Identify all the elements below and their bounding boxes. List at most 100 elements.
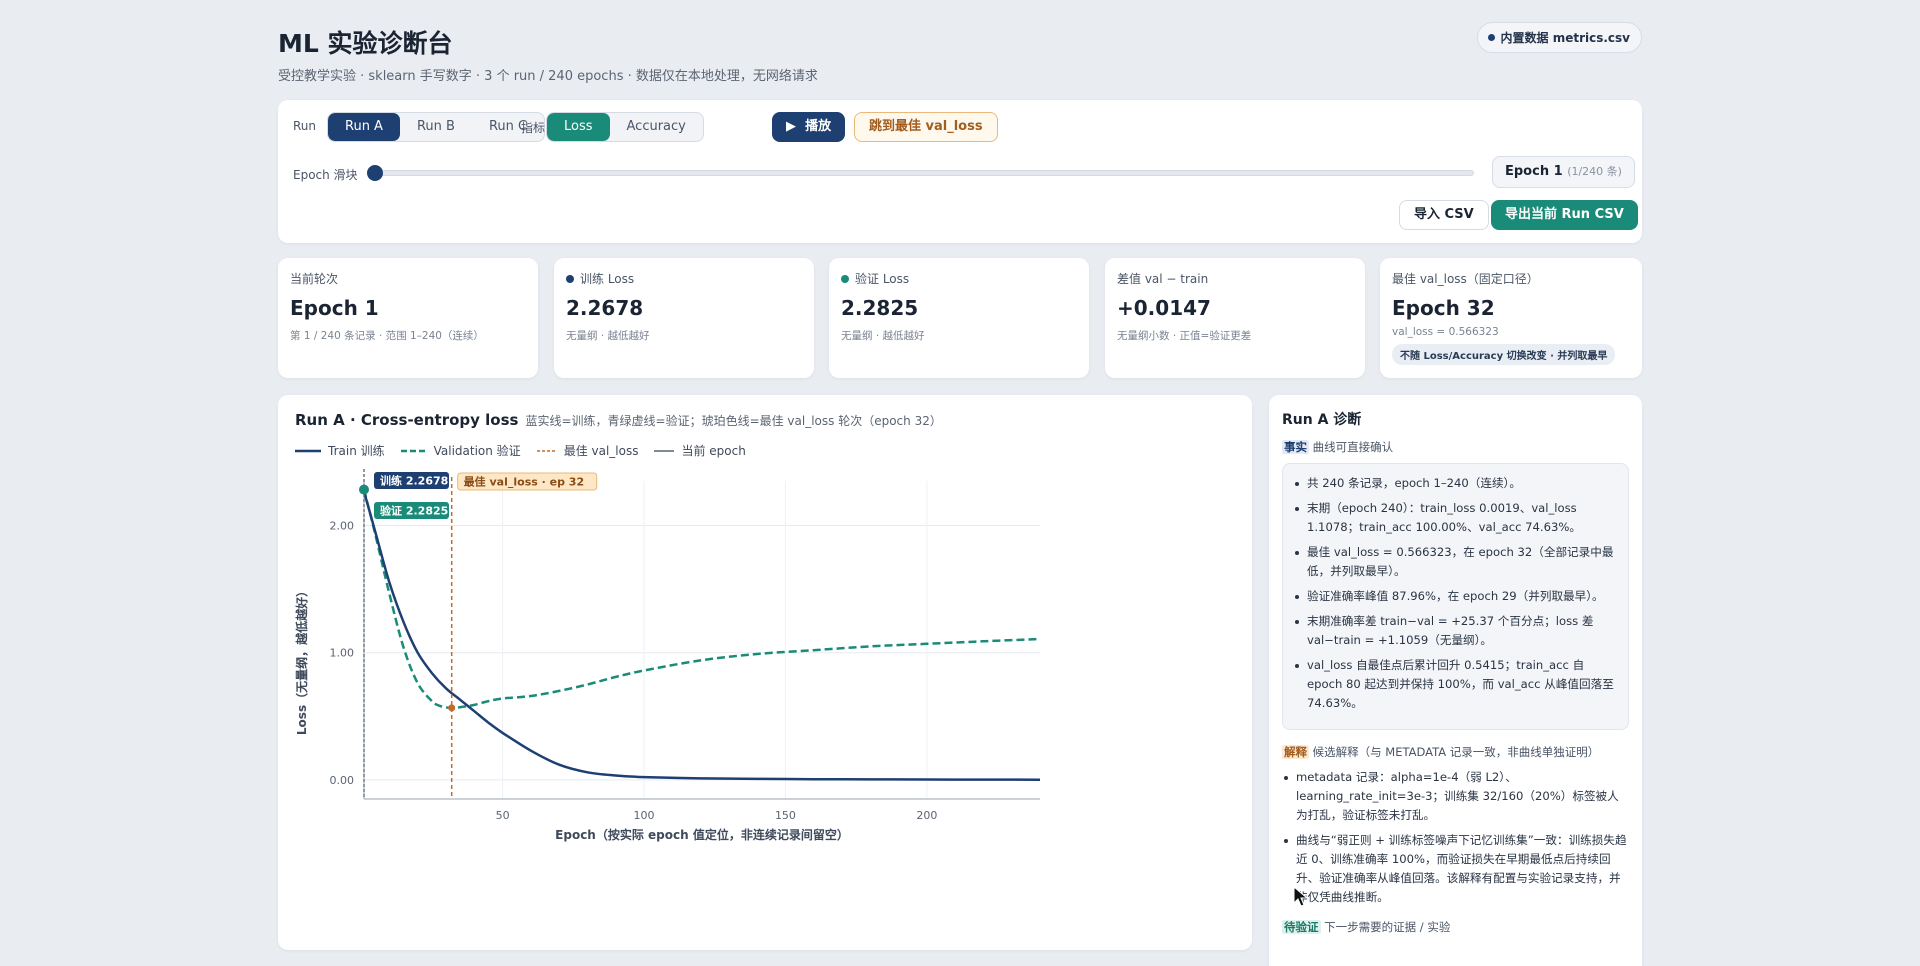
kpi-best-tag: 不随 Loss/Accuracy 切换改变 · 并列取最早 (1392, 344, 1616, 365)
controls-panel: Run Run A Run B Run C 指标 Loss Accuracy ▶… (278, 100, 1642, 243)
chart-subtitle: 蓝实线=训练，青绿虚线=验证；琥珀色线=最佳 val_loss 轮次（epoch… (525, 414, 942, 428)
fact-item: 末期（epoch 240）：train_loss 0.0019、val_loss… (1293, 499, 1616, 537)
epoch-readout-count: (1/240 条) (1567, 165, 1622, 178)
play-button[interactable]: ▶ 播放 (772, 112, 846, 142)
kpi-gap: 差值 val − train +0.0147 无量纲小数 · 正值=验证更差 (1105, 258, 1365, 378)
train-tooltip: 训练 2.2678 (380, 474, 448, 488)
facts-box: 共 240 条记录，epoch 1–240（连续）。末期（epoch 240）：… (1282, 463, 1629, 730)
interp-key: 解释 (1282, 745, 1309, 759)
x-tick-label: 100 (634, 809, 655, 822)
run-b-button[interactable]: Run B (400, 113, 472, 141)
x-axis-label: Epoch（按实际 epoch 值定位，非连续记录间留空） (555, 827, 849, 842)
metric-label: 指标 (521, 121, 546, 135)
facts-key: 事实 (1282, 440, 1309, 454)
metric-accuracy-button[interactable]: Accuracy (610, 113, 703, 141)
train-dot-icon (566, 274, 574, 283)
interp-list: metadata 记录：alpha=1e-4（弱 L2）、learning_ra… (1282, 768, 1629, 907)
data-source-badge[interactable]: 内置数据 metrics.csv (1476, 22, 1642, 53)
pending-heading: 待验证 下一步需要的证据 / 实验 (1282, 919, 1629, 935)
val-dot-icon (841, 274, 849, 283)
legend-current-swatch-icon (654, 449, 675, 452)
interp-item: 曲线与“弱正则 + 训练标签噪声下记忆训练集”一致：训练损失趋近 0、训练准确率… (1282, 831, 1629, 907)
y-tick-label: 0.00 (330, 774, 355, 787)
kpi-train-label: 训练 Loss (580, 272, 635, 286)
metric-loss-button[interactable]: Loss (547, 113, 610, 141)
best-epoch-tag: 最佳 val_loss · ep 32 (464, 475, 584, 489)
kpi-best-label: 最佳 val_loss（固定口径） (1392, 272, 1539, 286)
series-train-line (362, 491, 1041, 781)
chart-panel: 0.00 1.00 2.00 50 100 150 200 Epoch（按实际 epoch 值… (278, 395, 1252, 950)
interp-heading: 解释 候选解释（与 METADATA 记录一致，非曲线单独证明） (1282, 744, 1629, 760)
legend-val: Validation 验证 (400, 442, 521, 459)
kpi-gap-value: +0.0147 (1117, 296, 1211, 320)
export-csv-button[interactable]: 导出当前 Run CSV (1491, 200, 1638, 230)
diagnosis-title: Run A 诊断 (1282, 412, 1362, 428)
chart-header: Run A · Cross-entropy loss 蓝实线=训练，青绿虚线=验… (295, 411, 942, 429)
x-tick-label: 200 (916, 809, 937, 822)
kpi-val-value: 2.2825 (841, 296, 919, 320)
kpi-gap-label: 差值 val − train (1117, 272, 1209, 286)
diagnosis-panel: Run A 诊断 事实 曲线可直接确认 共 240 条记录，epoch 1–24… (1269, 395, 1642, 966)
kpi-train-value: 2.2678 (566, 296, 644, 320)
facts-desc: 曲线可直接确认 (1312, 440, 1394, 454)
metric-selector: Loss Accuracy (546, 112, 704, 142)
legend-current: 当前 epoch (654, 442, 746, 459)
y-tick-label: 1.00 (330, 647, 355, 660)
kpi-val-label: 验证 Loss (855, 272, 910, 286)
slider-label: Epoch 滑块 (293, 168, 358, 182)
fact-item: 最佳 val_loss = 0.566323，在 epoch 32（全部记录中最… (1293, 543, 1616, 581)
legend-train-label: Train 训练 (328, 444, 385, 458)
mouse-cursor-icon (1293, 886, 1309, 907)
page-subtitle: 受控教学实验 · sklearn 手写数字 · 3 个 run / 240 ep… (278, 69, 818, 84)
legend-best-swatch-icon (536, 449, 557, 452)
epoch-readout: Epoch 1 (1/240 条) (1492, 156, 1635, 188)
fact-item: 末期准确率差 train−val = +25.37 个百分点；loss 差 va… (1293, 612, 1616, 650)
interp-item: metadata 记录：alpha=1e-4（弱 L2）、learning_ra… (1282, 768, 1629, 825)
facts-heading: 事实 曲线可直接确认 (1282, 439, 1629, 455)
kpi-current-epoch: 当前轮次 Epoch 1 第 1 / 240 条记录 · 范围 1–240（连续… (278, 258, 538, 378)
kpi-val-loss: 验证 Loss 2.2825 无量纲 · 越低越好 (829, 258, 1089, 378)
pending-desc: 下一步需要的证据 / 实验 (1324, 920, 1451, 934)
epoch-slider-thumb[interactable] (367, 165, 383, 181)
play-icon: ▶ (786, 119, 796, 134)
legend-current-label: 当前 epoch (681, 444, 746, 458)
kpi-train-note: 无量纲 · 越低越好 (566, 330, 650, 342)
run-a-button[interactable]: Run A (328, 113, 400, 141)
play-label: 播放 (805, 119, 832, 134)
legend-val-label: Validation 验证 (433, 444, 521, 458)
interp-box: metadata 记录：alpha=1e-4（弱 L2）、learning_ra… (1282, 768, 1629, 907)
legend-train: Train 训练 (295, 442, 385, 459)
page-title: ML 实验诊断台 (278, 29, 453, 58)
loss-chart[interactable]: 0.00 1.00 2.00 50 100 150 200 Epoch（按实际 epoch 值… (278, 395, 1252, 950)
kpi-val-note: 无量纲 · 越低越好 (841, 330, 925, 342)
fact-item: val_loss 自最佳点后累计回升 0.5415；train_acc 自 ep… (1293, 656, 1616, 713)
kpi-current-label: 当前轮次 (290, 272, 339, 286)
interp-desc: 候选解释（与 METADATA 记录一致，非曲线单独证明） (1312, 745, 1600, 759)
y-axis-label: Loss（无量纲，越低越好） (294, 585, 309, 735)
kpi-train-loss: 训练 Loss 2.2678 无量纲 · 越低越好 (554, 258, 814, 378)
fact-item: 共 240 条记录，epoch 1–240（连续）。 (1293, 474, 1616, 493)
fact-item: 验证准确率峰值 87.96%，在 epoch 29（并列取最早）。 (1293, 587, 1616, 606)
kpi-row: 当前轮次 Epoch 1 第 1 / 240 条记录 · 范围 1–240（连续… (278, 258, 1642, 378)
kpi-best-val-loss: 最佳 val_loss（固定口径） Epoch 32 val_loss = 0.… (1380, 258, 1642, 378)
x-tick-label: 150 (775, 809, 796, 822)
epoch-slider-track[interactable] (372, 170, 1474, 176)
jump-best-button[interactable]: 跳到最佳 val_loss (854, 112, 998, 142)
y-tick-label: 2.00 (330, 520, 355, 533)
legend-train-swatch-icon (295, 449, 321, 452)
best-epoch-marker (448, 704, 456, 712)
facts-list: 共 240 条记录，epoch 1–240（连续）。末期（epoch 240）：… (1293, 474, 1616, 713)
legend-best: 最佳 val_loss (536, 442, 639, 459)
kpi-best-note: val_loss = 0.566323 (1392, 326, 1499, 338)
data-source-label: 内置数据 metrics.csv (1500, 31, 1630, 45)
legend-best-label: 最佳 val_loss (563, 444, 639, 458)
kpi-current-note: 第 1 / 240 条记录 · 范围 1–240（连续） (290, 330, 484, 342)
pending-key: 待验证 (1282, 920, 1321, 934)
status-dot-icon (1487, 34, 1495, 41)
legend-val-swatch-icon (400, 449, 427, 452)
chart-title: Run A · Cross-entropy loss (295, 411, 519, 429)
import-csv-button[interactable]: 导入 CSV (1399, 200, 1489, 230)
epoch-readout-value: Epoch 1 (1505, 164, 1563, 179)
kpi-gap-note: 无量纲小数 · 正值=验证更差 (1117, 330, 1252, 342)
current-val-marker (359, 484, 369, 495)
